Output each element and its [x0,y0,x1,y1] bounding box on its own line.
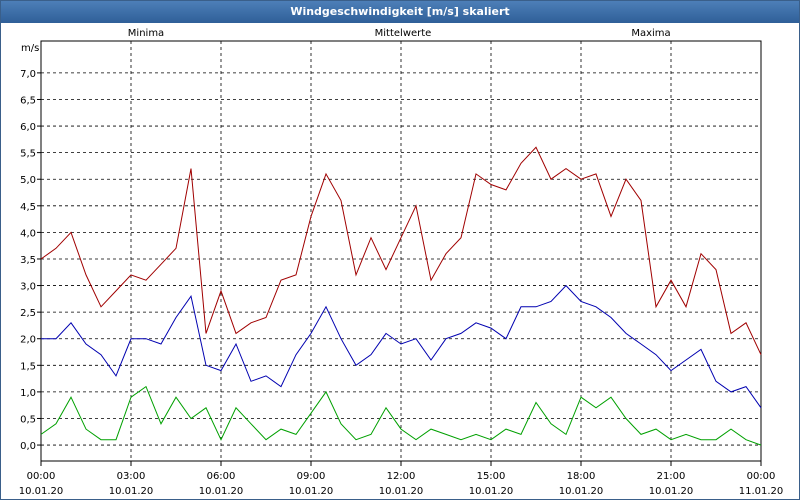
x-tick-time: 00:00 [747,471,776,482]
x-tick-date: 10.01.20 [649,486,694,497]
y-tick-label: 6,0 [20,122,36,133]
x-tick-time: 21:00 [657,471,686,482]
x-tick-time: 12:00 [387,471,416,482]
wind-speed-chart: m/s 0,0 0,5 1,0 1,5 2,0 2,5 3,0 3,5 4,0 4,5 5,0 5,5… [19,28,784,497]
legend-minima: Minima [128,28,164,39]
x-tick-time: 06:00 [207,471,236,482]
x-tick-date: 10.01.20 [199,486,244,497]
x-tick-date: 11.01.20 [739,486,784,497]
y-tick-label: 6,5 [20,95,36,106]
axes: m/s [21,40,762,466]
x-tick-date: 10.01.20 [109,486,154,497]
x-tick-date: 10.01.20 [469,486,514,497]
y-tick-label: 1,0 [20,388,36,399]
y-tick-label: 4,5 [20,202,36,213]
x-tick-time: 18:00 [567,471,596,482]
y-tick-labels: 0,0 0,5 1,0 1,5 2,0 2,5 3,0 3,5 4,0 4,5 5,0 5,5 6,0 6… [20,69,36,452]
y-tick-label: 5,5 [20,149,36,160]
x-tick-date: 10.01.20 [379,486,424,497]
x-tick-date: 10.01.20 [559,486,604,497]
y-tick-label: 5,0 [20,175,36,186]
y-tick-label: 4,0 [20,228,36,239]
y-axis-label: m/s [21,43,39,54]
x-tick-labels: 00:00 10.01.20 03:00 10.01.20 06:00 10.01.20 0… [19,471,784,497]
y-tick-label: 0,0 [20,441,36,452]
y-tick-label: 7,0 [20,69,36,80]
x-tick-time: 09:00 [297,471,326,482]
y-tick-label: 2,5 [20,308,36,319]
x-tick-date: 10.01.20 [289,486,334,497]
grid-lines [41,41,761,461]
y-tick-label: 3,0 [20,282,36,293]
legend-mittelwerte: Mittelwerte [375,28,432,39]
x-tick-time: 15:00 [477,471,506,482]
y-tick-label: 2,0 [20,335,36,346]
x-tick-date: 10.01.20 [19,486,64,497]
x-tick-time: 00:00 [27,471,56,482]
legend-maxima: Maxima [631,28,670,39]
chart-window: Windgeschwindigkeit [m/s] skaliert m/s 0… [0,0,800,500]
y-tick-label: 0,5 [20,414,36,425]
y-tick-label: 3,5 [20,255,36,266]
x-tick-time: 03:00 [117,471,146,482]
y-tick-label: 1,5 [20,361,36,372]
legend: Minima Mittelwerte Maxima [128,28,671,39]
